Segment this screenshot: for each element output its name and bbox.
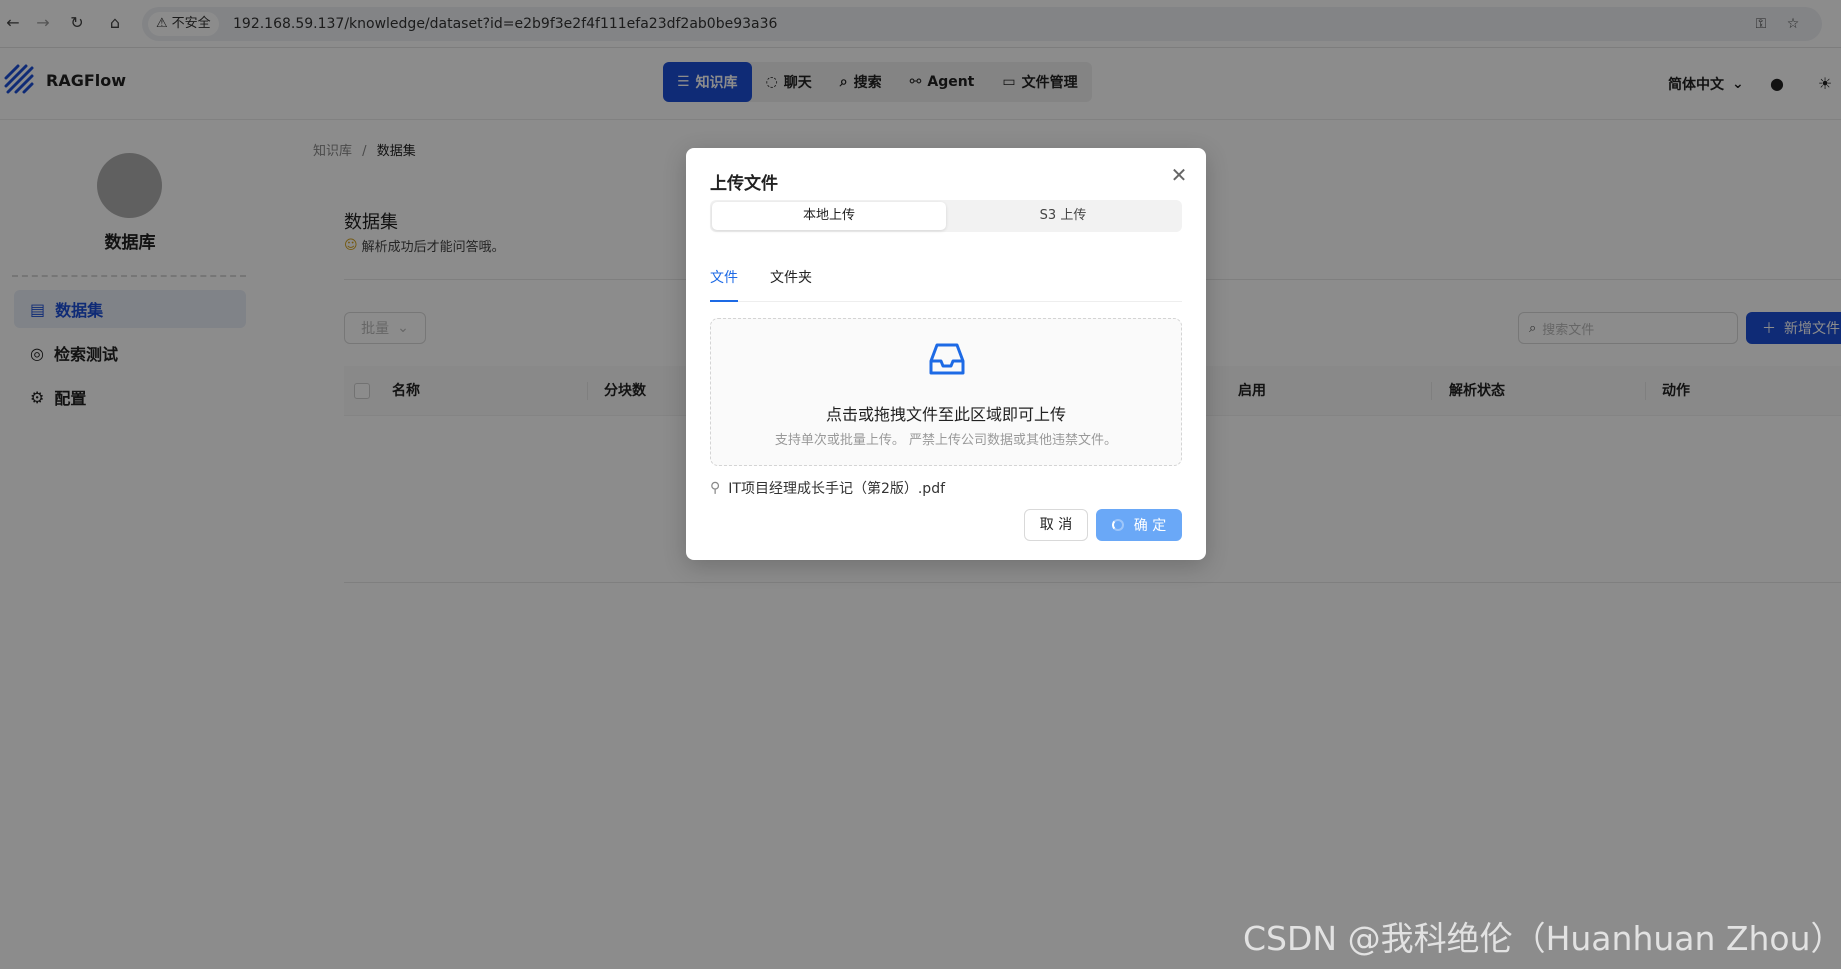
upload-dropzone[interactable]: 点击或拖拽文件至此区域即可上传 支持单次或批量上传。 严禁上传公司数据或其他违禁… [710,318,1182,466]
upload-source-segment: 本地上传 S3 上传 [710,200,1182,232]
upload-tabs: 文件 文件夹 [710,262,1182,302]
dialog-title: 上传文件 [710,174,778,194]
selected-file[interactable]: ⚲ IT项目经理成长手记（第2版）.pdf [710,478,945,498]
upload-dialog: 上传文件 ✕ 本地上传 S3 上传 文件 文件夹 点击或拖拽文件至此区域即可上传… [686,148,1206,560]
watermark: CSDN @我科绝伦（Huanhuan Zhou） [1243,919,1841,958]
segment-s3-upload[interactable]: S3 上传 [946,202,1180,230]
dropzone-text: 点击或拖拽文件至此区域即可上传 [825,405,1066,424]
confirm-button[interactable]: 确 定 [1096,509,1182,541]
close-icon[interactable]: ✕ [1168,164,1190,186]
dropzone-hint: 支持单次或批量上传。 严禁上传公司数据或其他违禁文件。 [774,433,1118,448]
confirm-label: 确 定 [1133,518,1167,534]
inbox-icon [929,343,965,375]
cancel-button[interactable]: 取 消 [1024,509,1088,541]
tab-folder[interactable]: 文件夹 [770,262,812,302]
loading-spinner-icon [1111,519,1124,531]
tab-file[interactable]: 文件 [710,262,738,302]
segment-local-upload[interactable]: 本地上传 [712,202,946,230]
file-name: IT项目经理成长手记（第2版）.pdf [728,481,946,497]
paperclip-icon: ⚲ [710,480,721,496]
